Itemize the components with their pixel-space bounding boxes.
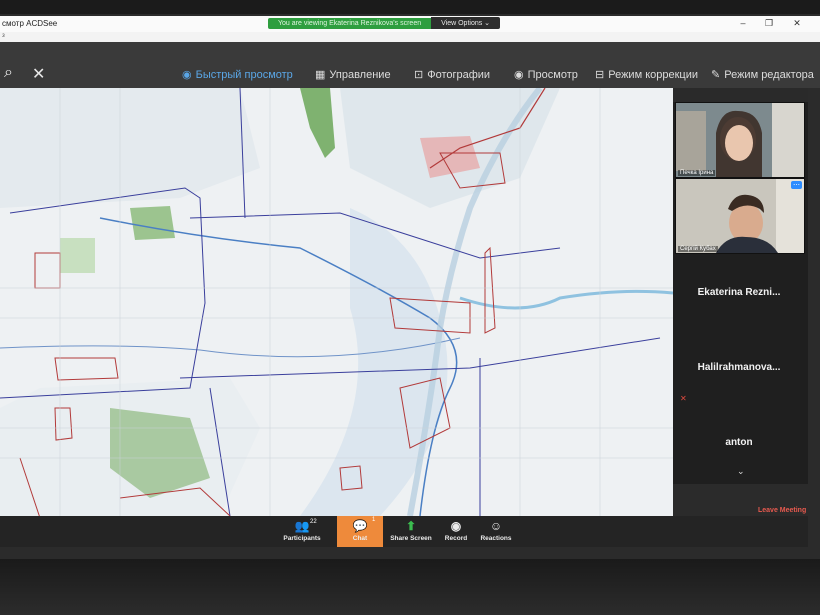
tab-label: Просмотр (527, 68, 578, 81)
grid-icon: ▦ (315, 69, 326, 81)
app-subbar: з (0, 32, 820, 42)
tab-develop[interactable]: ⊟ Режим коррекции (595, 68, 698, 82)
photos-icon: ⊡ (414, 69, 424, 81)
panel-view-controls (673, 88, 808, 102)
record-label: Record (444, 535, 468, 542)
app-title: смотр ACDSee (2, 19, 58, 28)
video-name-2: Сергій Кубах (678, 246, 718, 252)
chat-badge: 1 (372, 517, 376, 523)
leave-meeting-button[interactable]: Leave Meeting (758, 507, 806, 514)
reactions-button[interactable]: ☺ Reactions (470, 516, 522, 547)
desk-surface (0, 559, 820, 615)
tab-quick-view[interactable]: ◉ Быстрый просмотр (182, 68, 293, 82)
close-icon[interactable]: ✕ (32, 64, 45, 84)
minimize-icon[interactable]: – (736, 18, 750, 28)
tab-label: Управление (329, 68, 391, 81)
participant-tile[interactable]: Halilrahmanova... (675, 340, 803, 396)
view-options-button[interactable]: View Options ⌄ (431, 17, 501, 29)
tab-label: Быстрый просмотр (195, 68, 293, 81)
participants-count: 22 (310, 519, 317, 525)
eye-icon: ◉ (182, 69, 192, 81)
muted-mic-icon: ✕ (680, 394, 687, 403)
tab-label: Фотографии (427, 68, 491, 81)
chat-label: Chat (352, 535, 368, 542)
tab-photos[interactable]: ⊡ Фотографии (414, 68, 491, 82)
video-frame-1 (676, 103, 804, 177)
tab-manage[interactable]: ▦ Управление (315, 68, 391, 82)
scroll-down-icon[interactable]: ⌄ (737, 466, 745, 477)
video-tile-2[interactable]: Сергій Кубах ⋯ (675, 178, 805, 254)
participants-icon: 👥 (294, 519, 310, 533)
close-window-icon[interactable]: ✕ (790, 18, 804, 29)
cadastral-map (0, 88, 673, 516)
maximize-icon[interactable]: ❐ (762, 18, 776, 29)
tab-label: Режим редактора (724, 68, 814, 81)
participant-tile[interactable]: Ekaterina Rezni... (675, 265, 803, 321)
shared-map-view[interactable] (0, 88, 673, 516)
edit-icon: ✎ (711, 69, 721, 81)
tab-label: Режим коррекции (608, 68, 698, 81)
share-screen-label: Share Screen (390, 535, 432, 542)
chat-icon: 💬 (352, 519, 368, 533)
adjust-icon: ⊟ (595, 69, 605, 81)
video-tile-1[interactable]: Печка Ірина (675, 102, 805, 178)
tab-view[interactable]: ◉ Просмотр (514, 68, 578, 82)
video-frame-2 (676, 179, 804, 253)
reactions-icon: ☺ (489, 519, 503, 533)
participant-tile[interactable]: anton (675, 415, 803, 471)
tab-edit[interactable]: ✎ Режим редактора (711, 68, 814, 82)
participant-name: anton (725, 437, 753, 448)
acdsee-toolbar (0, 42, 820, 88)
viewing-notice: You are viewing Ekaterina Reznikova's sc… (268, 17, 432, 29)
video-name-1: Печка Ірина (678, 170, 716, 176)
subbar-text: з (2, 33, 5, 39)
participant-name: Ekaterina Rezni... (697, 287, 781, 298)
participants-button[interactable]: 👥 Participants (276, 516, 328, 547)
participants-label: Participants (283, 535, 321, 542)
eye-icon: ◉ (514, 69, 524, 81)
reactions-label: Reactions (480, 535, 512, 542)
zoom-icon[interactable]: ⌕ (4, 64, 13, 82)
more-options-icon[interactable]: ⋯ (791, 181, 802, 189)
chat-button[interactable]: 💬 Chat (337, 516, 383, 547)
participant-name: Halilrahmanova... (697, 362, 781, 373)
share-banner: You are viewing Ekaterina Reznikova's sc… (268, 16, 501, 30)
